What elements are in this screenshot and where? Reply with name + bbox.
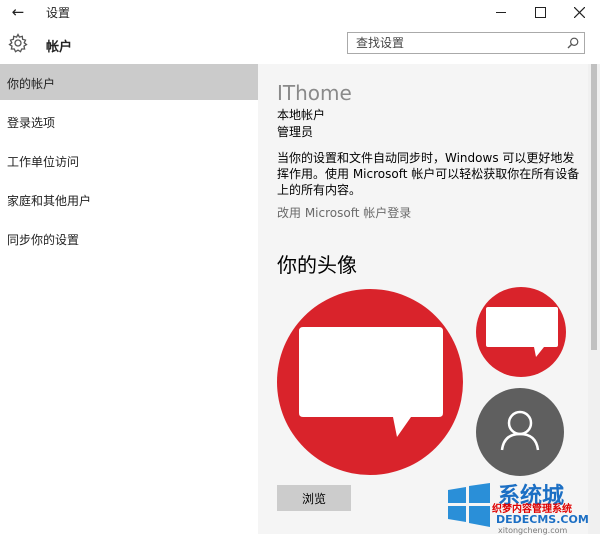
sidebar-item-label: 登录选项 [7,116,56,130]
sidebar-item-label: 你的帐户 [7,77,56,91]
watermark-site: DEDECMS.COM [496,513,589,526]
maximize-button[interactable] [522,0,558,24]
avatar-option-default[interactable] [476,388,564,476]
scrollbar[interactable] [588,64,600,534]
sidebar-item-sign-in-options[interactable]: 登录选项 [0,103,258,139]
account-description: 当你的设置和文件自动同步时，Windows 可以更好地发挥作用。使用 Micro… [277,151,580,197]
search-icon[interactable] [567,37,579,49]
sidebar-item-label: 家庭和其他用户 [7,194,92,208]
sidebar-item-your-account[interactable]: 你的帐户 [0,64,258,100]
sidebar: 你的帐户 登录选项 工作单位访问 家庭和其他用户 同步你的设置 [0,64,258,534]
sidebar-item-work-access[interactable]: 工作单位访问 [0,142,258,178]
chat-bubble-icon [486,307,558,357]
account-name: IThome [277,81,352,105]
close-button[interactable] [561,0,597,24]
gear-icon [8,33,28,53]
account-role: 管理员 [277,125,314,139]
sidebar-item-sync-settings[interactable]: 同步你的设置 [0,220,258,256]
scrollbar-thumb[interactable] [591,64,597,350]
avatar-option-chat[interactable] [476,287,566,377]
settings-header: 帐户 [0,24,600,64]
sidebar-item-label: 同步你的设置 [7,233,80,247]
sidebar-item-label: 工作单位访问 [7,155,80,169]
switch-to-microsoft-account-link[interactable]: 改用 Microsoft 帐户登录 [277,204,411,221]
back-arrow-icon[interactable]: ← [8,2,28,22]
account-type: 本地帐户 [277,108,326,122]
minimize-button[interactable] [483,0,519,24]
user-icon [500,410,540,451]
maximize-icon [534,6,546,18]
close-icon [573,6,585,18]
current-avatar [277,289,463,475]
title-bar: ← 设置 [0,0,600,24]
browse-button[interactable]: 浏览 [277,485,351,511]
windows-logo-icon [448,483,490,527]
search-box[interactable] [347,32,585,54]
sidebar-item-family-users[interactable]: 家庭和其他用户 [0,181,258,217]
window-title: 设置 [46,6,71,20]
search-input[interactable] [348,33,566,53]
watermark: 系统城 织梦内容管理系统 DEDECMS.COM xitongcheng.com [446,476,600,535]
avatar-heading: 你的头像 [277,253,357,277]
chat-bubble-icon [299,327,443,437]
minimize-icon [496,11,506,13]
account-panel: IThome 本地帐户 管理员 当你的设置和文件自动同步时，Windows 可以… [258,64,588,534]
section-title: 帐户 [46,40,73,55]
